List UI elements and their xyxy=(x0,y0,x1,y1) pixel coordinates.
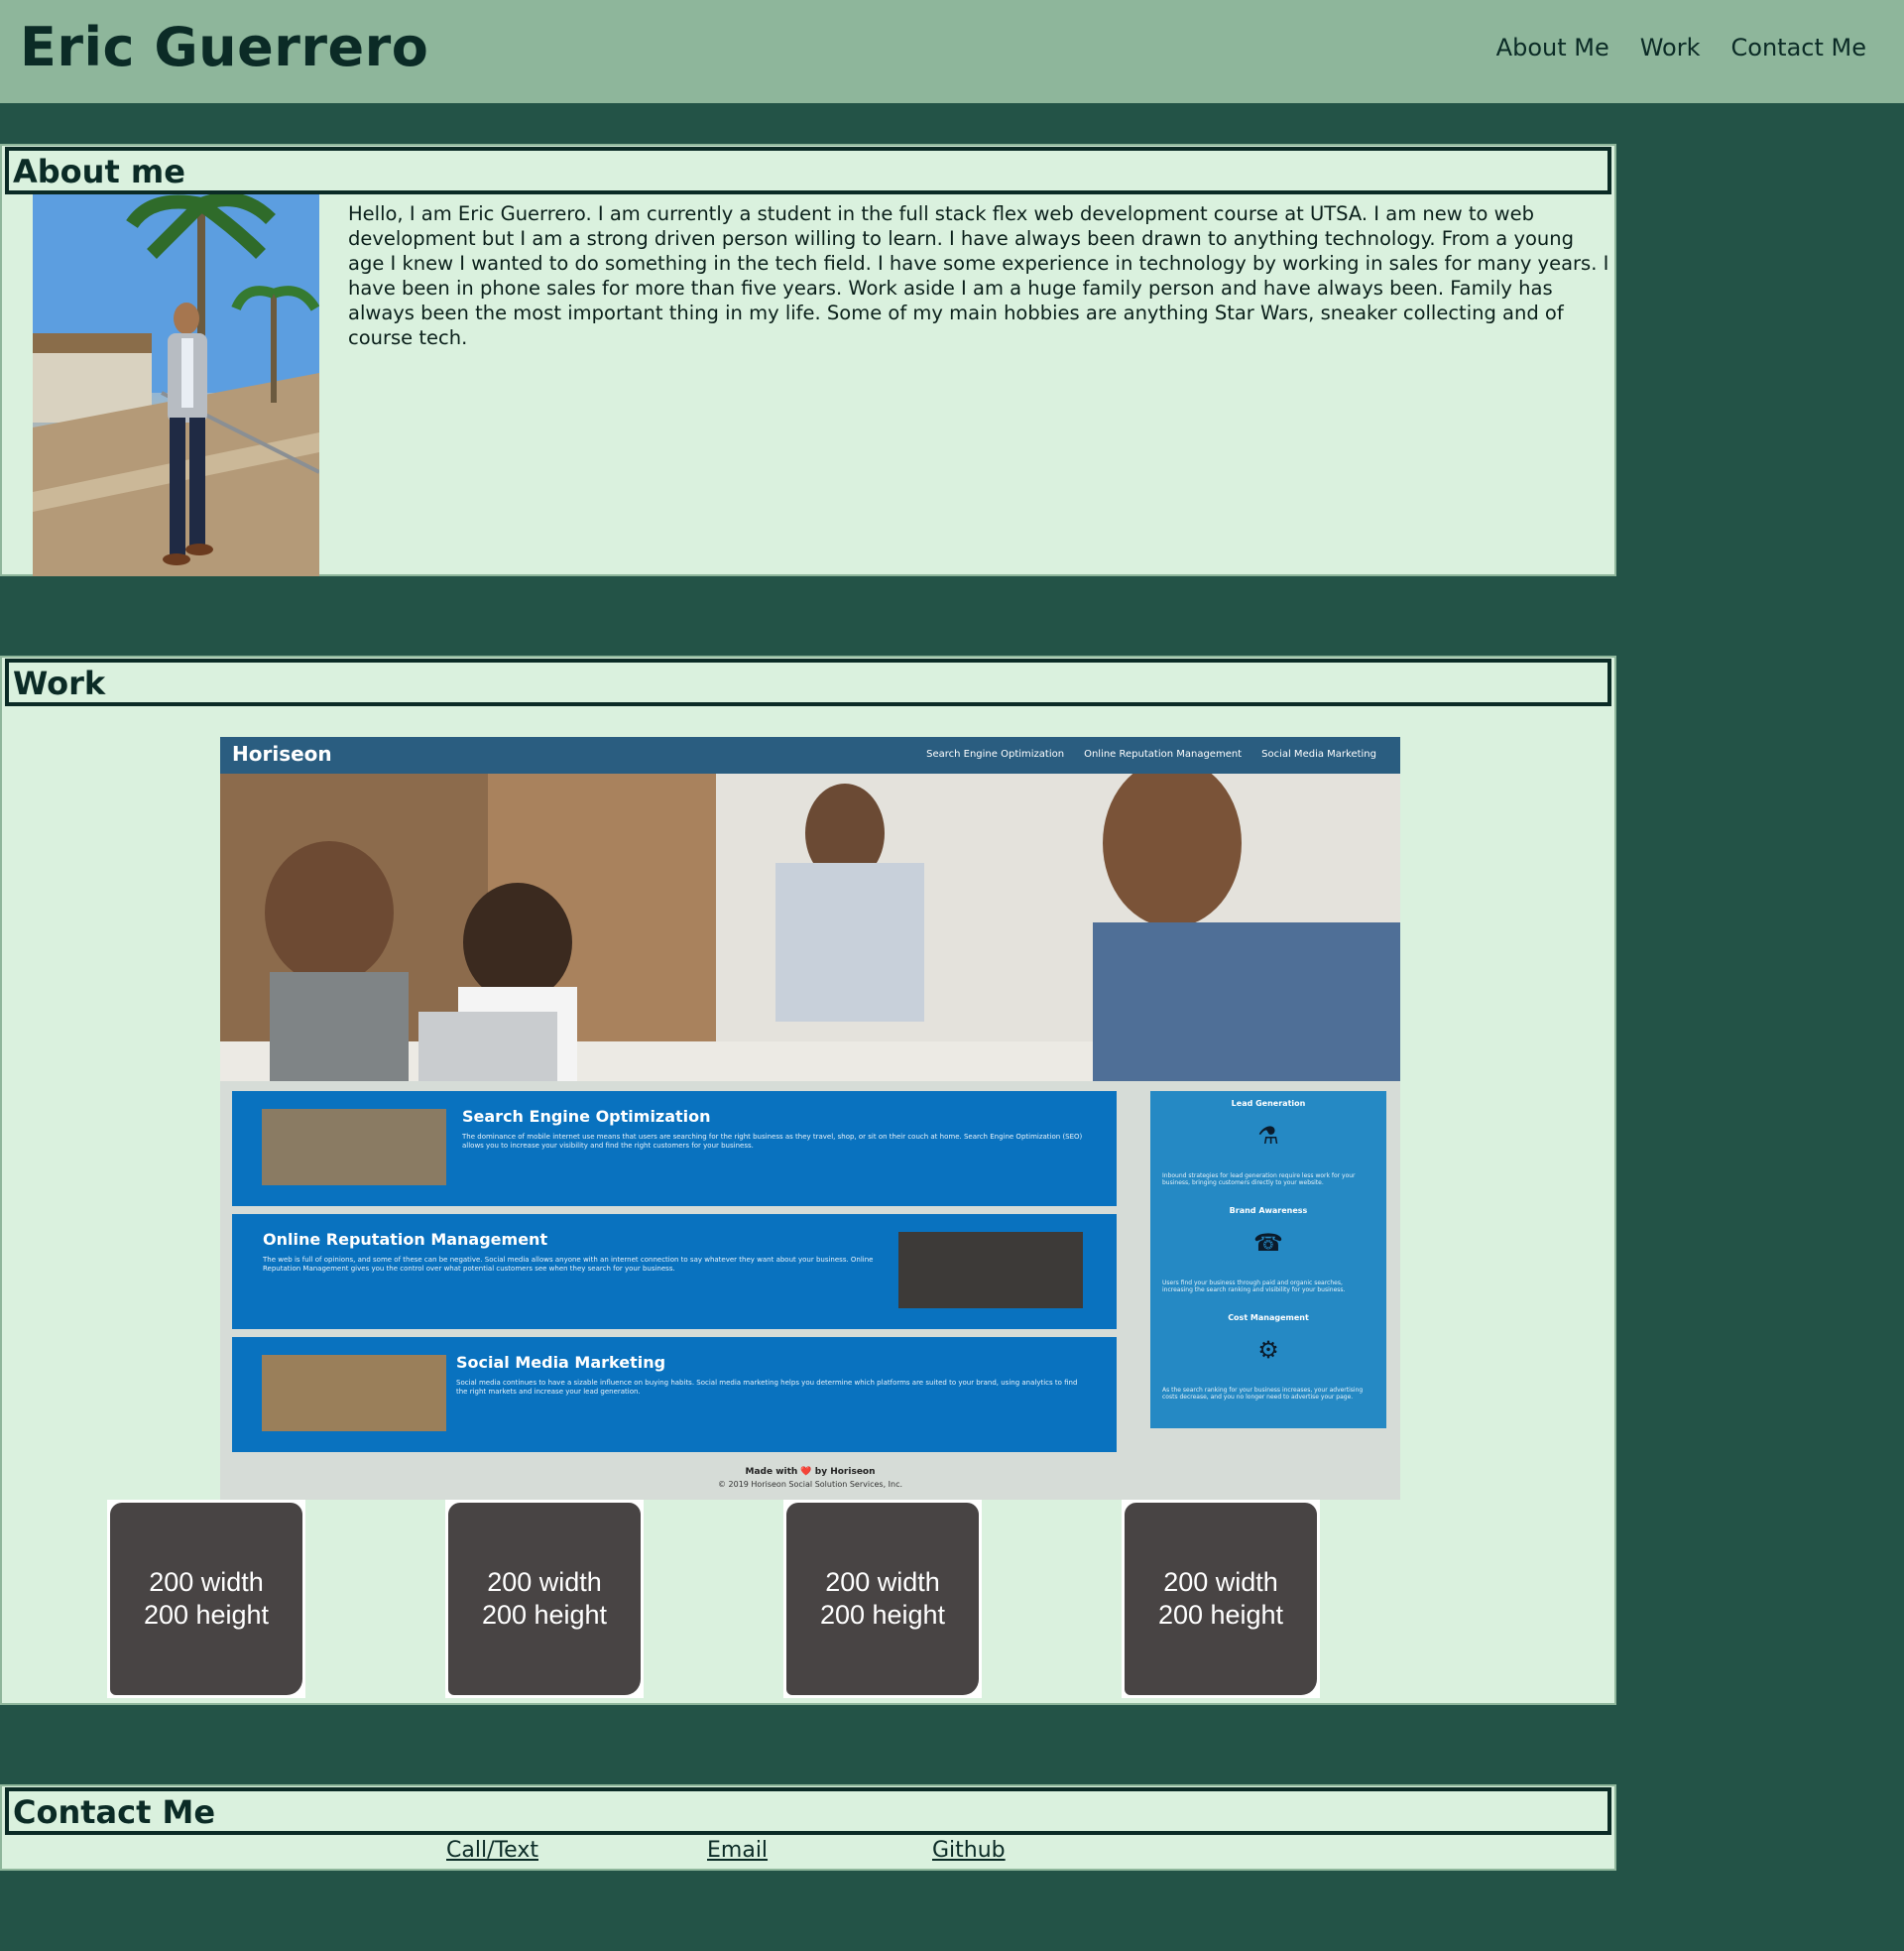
project-card-orm: Online Reputation Management The web is … xyxy=(232,1214,1117,1329)
placeholder-tile-face: 200 width 200 height xyxy=(448,1503,641,1695)
placeholder-tile[interactable]: 200 width 200 height xyxy=(783,1500,982,1698)
site-title: Eric Guerrero xyxy=(20,16,429,78)
aside-body: As the search ranking for your business … xyxy=(1162,1387,1364,1401)
brand-awareness-icon: ☎ xyxy=(1253,1229,1283,1257)
lead-generation-icon: ⚗ xyxy=(1257,1122,1279,1150)
work-heading-box: Work xyxy=(5,659,1611,706)
project-footer-copyright: © 2019 Horiseon Social Solution Services… xyxy=(717,1480,903,1489)
main-nav: About Me Work Contact Me xyxy=(1496,34,1866,61)
aside-body: Inbound strategies for lead generation r… xyxy=(1162,1172,1356,1186)
project-nav-item: Search Engine Optimization xyxy=(926,749,1065,760)
work-heading: Work xyxy=(13,665,106,702)
placeholder-tile[interactable]: 200 width 200 height xyxy=(445,1500,644,1698)
aside-title: Brand Awareness xyxy=(1229,1206,1308,1215)
about-section: About me Hello, I am Eric Guerrero. I am… xyxy=(0,144,1616,576)
placeholder-tile-face: 200 width 200 height xyxy=(110,1503,302,1695)
aside-body: Users find your business through paid an… xyxy=(1162,1280,1346,1293)
about-paragraph: Hello, I am Eric Guerrero. I am currentl… xyxy=(348,202,1609,349)
aside-title: Cost Management xyxy=(1228,1313,1309,1322)
smm-card-image xyxy=(262,1355,446,1431)
aside-title: Lead Generation xyxy=(1231,1099,1306,1108)
call-text-link[interactable]: Call/Text xyxy=(446,1838,538,1863)
contact-heading-box: Contact Me xyxy=(5,1787,1611,1835)
about-heading-box: About me xyxy=(5,147,1611,194)
project-hero-image xyxy=(220,774,1400,1081)
email-link[interactable]: Email xyxy=(707,1838,768,1863)
tile-line-1: 200 width xyxy=(487,1567,602,1597)
card-body: The dominance of mobile internet use mea… xyxy=(462,1133,1083,1150)
project-nav: Search Engine Optimization Online Reputa… xyxy=(926,749,1376,760)
nav-link-about-me[interactable]: About Me xyxy=(1496,34,1609,61)
tile-line-1: 200 width xyxy=(149,1567,264,1597)
tile-line-2: 200 height xyxy=(1157,1600,1284,1630)
project-benefits-aside: Lead Generation ⚗ Inbound strategies for… xyxy=(1150,1091,1386,1428)
project-screenshot-horiseon[interactable]: Horiseon Search Engine Optimization Onli… xyxy=(220,737,1400,1500)
project-brand: Horiseon xyxy=(232,742,332,766)
tile-line-1: 200 width xyxy=(1163,1567,1278,1597)
contact-section: Contact Me Call/Text Email Github xyxy=(0,1784,1616,1871)
project-hero-illustration xyxy=(220,774,1400,1081)
card-title: Online Reputation Management xyxy=(263,1230,548,1249)
placeholder-tile[interactable]: 200 width 200 height xyxy=(107,1500,305,1698)
nav-link-contact-me[interactable]: Contact Me xyxy=(1731,34,1866,61)
card-title: Search Engine Optimization xyxy=(462,1107,711,1126)
site-header: Eric Guerrero About Me Work Contact Me xyxy=(0,0,1904,103)
project-card-seo: Search Engine Optimization The dominance… xyxy=(232,1091,1117,1206)
tile-line-2: 200 height xyxy=(143,1600,270,1630)
placeholder-tile-face: 200 width 200 height xyxy=(786,1503,979,1695)
work-section: Work Horiseon Search Engine Optimization… xyxy=(0,656,1616,1705)
card-title: Social Media Marketing xyxy=(456,1353,666,1372)
card-body: Social media continues to have a sizable… xyxy=(456,1379,1078,1396)
cost-management-icon: ⚙ xyxy=(1257,1336,1279,1364)
seo-card-image xyxy=(262,1109,446,1185)
project-card-smm: Social Media Marketing Social media cont… xyxy=(232,1337,1117,1452)
tile-line-2: 200 height xyxy=(819,1600,946,1630)
tile-line-2: 200 height xyxy=(481,1600,608,1630)
placeholder-tile[interactable]: 200 width 200 height xyxy=(1122,1500,1320,1698)
card-body: The web is full of opinions, and some of… xyxy=(263,1256,874,1273)
about-heading: About me xyxy=(13,153,185,190)
project-nav-item: Online Reputation Management xyxy=(1084,749,1243,760)
project-header-bar: Horiseon Search Engine Optimization Onli… xyxy=(220,737,1400,774)
placeholder-tile-face: 200 width 200 height xyxy=(1125,1503,1317,1695)
contact-heading: Contact Me xyxy=(13,1793,216,1831)
project-nav-item: Social Media Marketing xyxy=(1261,749,1376,760)
project-footer-credit: Made with ❤️ by Horiseon xyxy=(745,1467,876,1477)
github-link[interactable]: Github xyxy=(932,1838,1006,1863)
profile-photo-illustration xyxy=(33,194,319,576)
profile-photo xyxy=(33,194,319,576)
orm-card-image xyxy=(898,1232,1083,1308)
nav-link-work[interactable]: Work xyxy=(1640,34,1701,61)
tile-line-1: 200 width xyxy=(825,1567,940,1597)
